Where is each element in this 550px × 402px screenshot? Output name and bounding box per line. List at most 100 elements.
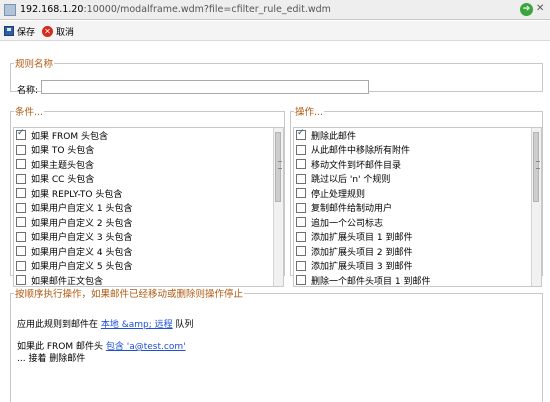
toolbar: 保存 ✕ 取消 xyxy=(0,21,550,41)
action-option[interactable]: 复制邮件给制动用户 xyxy=(294,201,541,216)
actions-list: 删除此邮件从此邮件中移除所有附件移动文件到坏邮件目录跳过以后 'n' 个规则停止… xyxy=(293,127,542,287)
address-bar: 192.168.1.20:10000/modalframe.wdm?file=c… xyxy=(0,0,550,20)
apply-suffix: 队列 xyxy=(175,320,194,330)
condition-option-label: 如果用户自定义 5 头包含 xyxy=(31,262,133,273)
action-line: ... 接着 删除邮件 xyxy=(17,354,86,364)
condition-option-label: 如果主题头包含 xyxy=(31,160,95,171)
checkbox[interactable] xyxy=(296,188,306,199)
checkbox[interactable] xyxy=(296,159,306,170)
rule-summary-group: 按顺序执行操作，如果邮件已经移动或删除则操作停止 应用此规则到邮件在 本地 &a… xyxy=(10,286,543,402)
cancel-icon: ✕ xyxy=(42,25,53,37)
checkbox[interactable] xyxy=(296,144,306,155)
condition-option[interactable]: 如果主题头包含 xyxy=(14,157,283,172)
condition-option-label: 如果用户自定义 4 头包含 xyxy=(31,247,133,258)
action-option-label: 停止处理规则 xyxy=(311,189,366,200)
scroll-thumb[interactable] xyxy=(533,132,540,202)
checkbox[interactable] xyxy=(296,217,306,228)
cancel-button[interactable]: ✕ 取消 xyxy=(42,24,74,38)
action-option[interactable]: 删除一个邮件头项目 1 到邮件 xyxy=(294,273,541,287)
checkbox[interactable] xyxy=(296,246,306,257)
condition-option-label: 如果邮件正文包含 xyxy=(31,276,104,287)
checkbox[interactable] xyxy=(16,202,26,213)
apply-prefix: 应用此规则到邮件在 xyxy=(17,320,99,330)
action-option-label: 复制邮件给制动用户 xyxy=(311,204,393,215)
name-label: 名称: xyxy=(17,86,39,96)
action-option[interactable]: 停止处理规则 xyxy=(294,186,541,201)
checkbox[interactable] xyxy=(16,188,26,199)
checkbox[interactable] xyxy=(16,159,26,170)
go-arrow-icon[interactable]: ➔ xyxy=(520,3,533,16)
condition-option[interactable]: 如果 TO 头包含 xyxy=(14,143,283,158)
rule-name-group: 规则名称 名称: xyxy=(10,56,543,96)
rule-summary-legend: 按顺序执行操作，如果邮件已经移动或删除则操作停止 xyxy=(15,289,244,300)
condition-option-label: 如果 CC 头包含 xyxy=(31,175,95,186)
queue-link[interactable]: 本地 &amp; 远程 xyxy=(101,320,173,330)
scroll-thumb[interactable] xyxy=(275,132,282,202)
checkbox[interactable] xyxy=(16,128,26,141)
action-option[interactable]: 跳过以后 'n' 个规则 xyxy=(294,172,541,187)
condition-option-label: 如果 FROM 头包含 xyxy=(31,131,109,142)
conditions-legend: 条件... xyxy=(15,107,44,118)
condition-option[interactable]: 如果用户自定义 3 头包含 xyxy=(14,230,283,245)
checkbox[interactable] xyxy=(16,246,26,257)
action-option-label: 移动文件到坏邮件目录 xyxy=(311,160,402,171)
action-option[interactable]: 添加扩展头项目 1 到邮件 xyxy=(294,230,541,245)
actions-scrollbar[interactable] xyxy=(531,128,541,286)
condition-option-label: 如果用户自定义 2 头包含 xyxy=(31,218,133,229)
action-option-label: 删除此邮件 xyxy=(311,131,357,142)
action-option[interactable]: 添加扩展头项目 2 到邮件 xyxy=(294,244,541,259)
action-option-label: 跳过以后 'n' 个规则 xyxy=(311,175,391,186)
condition-option[interactable]: 如果用户自定义 1 头包含 xyxy=(14,201,283,216)
checkbox[interactable] xyxy=(16,275,26,286)
checkbox[interactable] xyxy=(296,202,306,213)
condition-option-label: 如果用户自定义 3 头包含 xyxy=(31,233,133,244)
action-option-label: 添加扩展头项目 2 到邮件 xyxy=(311,247,413,258)
action-option[interactable]: 添加扩展头项目 3 到邮件 xyxy=(294,259,541,274)
condition-option[interactable]: 如果 REPLY-TO 头包含 xyxy=(14,186,283,201)
actions-group: 操作... 删除此邮件从此邮件中移除所有附件移动文件到坏邮件目录跳过以后 'n'… xyxy=(290,104,543,287)
condition-option-label: 如果 REPLY-TO 头包含 xyxy=(31,189,123,200)
condition-option[interactable]: 如果用户自定义 5 头包含 xyxy=(14,259,283,274)
conditions-group: 条件... 如果 FROM 头包含如果 TO 头包含如果主题头包含如果 CC 头… xyxy=(10,104,285,287)
action-option-label: 添加扩展头项目 1 到邮件 xyxy=(311,233,413,244)
conditions-scrollbar[interactable] xyxy=(273,128,283,286)
rule-name-input[interactable] xyxy=(41,80,369,94)
condition-option[interactable]: 如果用户自定义 2 头包含 xyxy=(14,215,283,230)
checkbox[interactable] xyxy=(296,275,306,286)
save-button[interactable]: 保存 xyxy=(4,24,35,38)
apply-line: 应用此规则到邮件在 本地 &amp; 远程 队列 xyxy=(17,317,194,330)
checkbox[interactable] xyxy=(16,173,26,184)
checkbox[interactable] xyxy=(296,260,306,271)
page-icon xyxy=(4,4,16,16)
action-option-label: 从此邮件中移除所有附件 xyxy=(311,146,411,157)
save-label: 保存 xyxy=(17,27,36,38)
condition-option[interactable]: 如果 FROM 头包含 xyxy=(14,128,283,143)
action-option[interactable]: 追加一个公司标志 xyxy=(294,215,541,230)
condition-option[interactable]: 如果用户自定义 4 头包含 xyxy=(14,244,283,259)
condition-link[interactable]: 包含 'a@test.com' xyxy=(106,342,186,352)
checkbox[interactable] xyxy=(16,144,26,155)
checkbox[interactable] xyxy=(16,231,26,242)
conditions-list: 如果 FROM 头包含如果 TO 头包含如果主题头包含如果 CC 头包含如果 R… xyxy=(13,127,284,287)
rule-name-legend: 规则名称 xyxy=(15,59,54,70)
close-icon[interactable]: ✕ xyxy=(536,3,544,14)
checkbox[interactable] xyxy=(296,231,306,242)
action-option[interactable]: 删除此邮件 xyxy=(294,128,541,143)
checkbox[interactable] xyxy=(296,173,306,184)
action-option[interactable]: 从此邮件中移除所有附件 xyxy=(294,143,541,158)
url-text[interactable]: 192.168.1.20:10000/modalframe.wdm?file=c… xyxy=(20,4,331,15)
checkbox[interactable] xyxy=(16,260,26,271)
action-option-label: 添加扩展头项目 3 到邮件 xyxy=(311,262,413,273)
action-option-label: 删除一个邮件头项目 1 到邮件 xyxy=(311,276,431,287)
condition-option-label: 如果 TO 头包含 xyxy=(31,146,95,157)
checkbox[interactable] xyxy=(296,128,306,141)
condition-option-label: 如果用户自定义 1 头包含 xyxy=(31,204,133,215)
cancel-label: 取消 xyxy=(56,27,75,38)
action-option-label: 追加一个公司标志 xyxy=(311,218,384,229)
condition-option[interactable]: 如果邮件正文包含 xyxy=(14,273,283,287)
actions-legend: 操作... xyxy=(295,107,324,118)
action-option[interactable]: 移动文件到坏邮件目录 xyxy=(294,157,541,172)
checkbox[interactable] xyxy=(16,217,26,228)
save-icon xyxy=(4,26,14,36)
condition-option[interactable]: 如果 CC 头包含 xyxy=(14,172,283,187)
